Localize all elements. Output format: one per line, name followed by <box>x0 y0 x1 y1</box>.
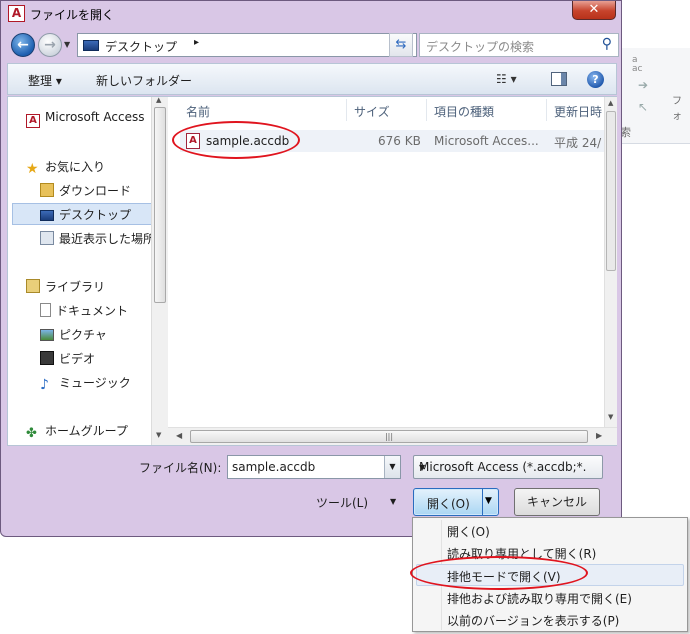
open-split-button[interactable]: 開く(O) ▼ <box>413 488 499 516</box>
background-ribbon: a ac ➔ ↖ フォ 索 <box>620 48 690 144</box>
navigation-pane: A Microsoft Access ★ お気に入り ダウンロード デスクトップ 最… <box>8 96 168 445</box>
table-row[interactable]: A sample.accdb 676 KB Microsoft Acces...… <box>180 130 608 152</box>
open-options-menu: 開く(O) 読み取り専用として開く(R) 排他モードで開く(V) 排他および読み… <box>412 517 688 632</box>
scroll-down-icon[interactable]: ▼ <box>156 431 161 439</box>
nav-pane-scrollbar[interactable]: ▲ ▼ <box>151 96 168 445</box>
arrow-right-icon: ➔ <box>638 78 649 92</box>
open-button-label[interactable]: 開く(O) <box>427 495 470 512</box>
nav-item-downloads[interactable]: ダウンロード <box>40 182 152 199</box>
recent-places-icon <box>40 231 54 245</box>
filename-label: ファイル名(N): <box>139 461 222 475</box>
menu-item-open-exclusive[interactable]: 排他モードで開く(V) <box>447 568 561 590</box>
nav-item-recent-places[interactable]: 最近表示した場所 <box>40 230 152 247</box>
file-list: 名前 サイズ 項目の種類 更新日時 A sample.accdb 676 KB … <box>168 97 608 427</box>
command-bar: 整理 ▾ 新しいフォルダー ☷ ▾ ? <box>7 63 617 95</box>
file-name[interactable]: sample.accdb <box>206 134 289 148</box>
breadcrumb-chevron-icon[interactable]: ▸ <box>194 37 199 48</box>
access-icon: A <box>8 5 25 22</box>
forward-button[interactable]: → <box>38 33 62 57</box>
refresh-button[interactable]: ⇆ <box>389 33 413 57</box>
filename-dropdown-icon[interactable]: ▼ <box>384 456 400 478</box>
filetype-select[interactable]: Microsoft Access (*.accdb;*. ▼ <box>413 455 603 479</box>
history-dropdown[interactable]: ▼ <box>64 40 70 49</box>
cancel-button[interactable]: キャンセル <box>514 488 600 516</box>
menu-item-open-exclusive-read-only[interactable]: 排他および読み取り専用で開く(E) <box>447 590 632 612</box>
column-divider[interactable] <box>546 99 547 121</box>
close-button[interactable]: ✕ <box>572 1 616 20</box>
scroll-up-icon[interactable]: ▲ <box>156 96 161 104</box>
accdb-file-icon: A <box>186 133 200 149</box>
desktop-icon <box>40 210 54 221</box>
back-button[interactable]: ← <box>11 33 35 57</box>
nav-item-favorites[interactable]: ★ お気に入り <box>26 158 154 176</box>
star-icon: ★ <box>26 161 39 176</box>
ribbon-label: フォ <box>672 96 682 122</box>
menu-item-open-read-only[interactable]: 読み取り専用として開く(R) <box>447 545 596 567</box>
help-icon[interactable]: ? <box>587 71 604 88</box>
nav-item-microsoft-access[interactable]: A Microsoft Access <box>26 110 154 128</box>
homegroup-icon: ✤ <box>26 426 37 441</box>
library-icon <box>26 279 40 293</box>
access-icon: A <box>26 114 40 128</box>
scrollbar-thumb[interactable] <box>154 107 166 303</box>
filename-value[interactable]: sample.accdb <box>232 460 315 474</box>
menu-item-open[interactable]: 開く(O) <box>447 523 490 545</box>
file-list-vertical-scrollbar[interactable]: ▲ ▼ <box>604 97 617 427</box>
navigation-bar: ← → ▼ デスクトップ ▸ ▼ ⇆ デスクトップの検索 ⚲ <box>7 30 619 60</box>
file-size: 676 KB <box>378 134 421 148</box>
nav-item-pictures[interactable]: ピクチャ <box>40 326 152 343</box>
chevron-down-icon[interactable]: ▼ <box>419 463 587 472</box>
document-icon <box>40 303 51 317</box>
preview-pane-icon[interactable] <box>551 72 567 86</box>
cursor-icon: ↖ <box>638 100 649 114</box>
column-header-size[interactable]: サイズ <box>354 103 390 120</box>
desktop-icon <box>83 40 99 51</box>
file-list-horizontal-scrollbar[interactable]: ◀ ||| ▶ <box>168 427 617 445</box>
new-folder-button[interactable]: 新しいフォルダー <box>96 72 192 89</box>
nav-item-libraries[interactable]: ライブラリ <box>26 278 154 295</box>
file-modified: 平成 24/ <box>554 136 602 150</box>
column-header-name[interactable]: 名前 <box>186 103 210 120</box>
scroll-up-icon[interactable]: ▲ <box>608 99 613 107</box>
music-icon: ♪ <box>40 377 49 392</box>
nav-item-homegroup[interactable]: ✤ ホームグループ <box>26 422 154 441</box>
open-dropdown-icon[interactable]: ▼ <box>485 496 492 506</box>
menu-item-show-previous-versions[interactable]: 以前のバージョンを表示する(P) <box>447 612 619 634</box>
scroll-left-icon[interactable]: ◀ <box>176 431 182 440</box>
address-bar[interactable]: デスクトップ ▸ ▼ <box>77 33 417 57</box>
nav-item-videos[interactable]: ビデオ <box>40 350 152 367</box>
sort-icon: a ac <box>632 55 643 74</box>
search-box[interactable]: デスクトップの検索 ⚲ <box>419 33 619 57</box>
nav-item-documents[interactable]: ドキュメント <box>40 302 152 319</box>
search-icon[interactable]: ⚲ <box>602 36 612 52</box>
browser-area: A Microsoft Access ★ お気に入り ダウンロード デスクトップ 最… <box>7 96 617 446</box>
nav-item-music[interactable]: ♪ ミュージック <box>40 374 152 392</box>
organize-button[interactable]: 整理 ▾ <box>28 72 62 89</box>
split-divider <box>482 489 483 515</box>
file-type: Microsoft Acces... <box>434 134 539 148</box>
window-title: ファイルを開く <box>30 8 115 22</box>
scrollbar-thumb[interactable]: ||| <box>190 430 588 443</box>
open-file-dialog: A ファイルを開く ✕ ← → ▼ デスクトップ ▸ ▼ ⇆ デスクトップの検索… <box>0 0 622 537</box>
column-divider[interactable] <box>346 99 347 121</box>
search-input[interactable]: デスクトップの検索 <box>426 38 534 55</box>
scrollbar-thumb[interactable] <box>606 111 616 271</box>
tools-button[interactable]: ツール(L) <box>316 494 368 511</box>
scroll-right-icon[interactable]: ▶ <box>596 431 602 440</box>
picture-icon <box>40 329 54 341</box>
download-folder-icon <box>40 183 54 197</box>
change-view-icon[interactable]: ☷ ▾ <box>496 72 517 86</box>
nav-item-desktop[interactable]: デスクトップ <box>40 206 152 223</box>
video-icon <box>40 351 54 365</box>
column-header-type[interactable]: 項目の種類 <box>434 103 494 120</box>
scroll-down-icon[interactable]: ▼ <box>608 413 613 421</box>
title-bar: A ファイルを開く ✕ <box>1 1 621 27</box>
address-path[interactable]: デスクトップ <box>105 38 177 55</box>
column-divider[interactable] <box>426 99 427 121</box>
filename-input[interactable]: sample.accdb ▼ <box>227 455 401 479</box>
tools-dropdown-icon[interactable]: ▼ <box>390 497 396 506</box>
column-header-modified[interactable]: 更新日時 <box>554 103 602 120</box>
